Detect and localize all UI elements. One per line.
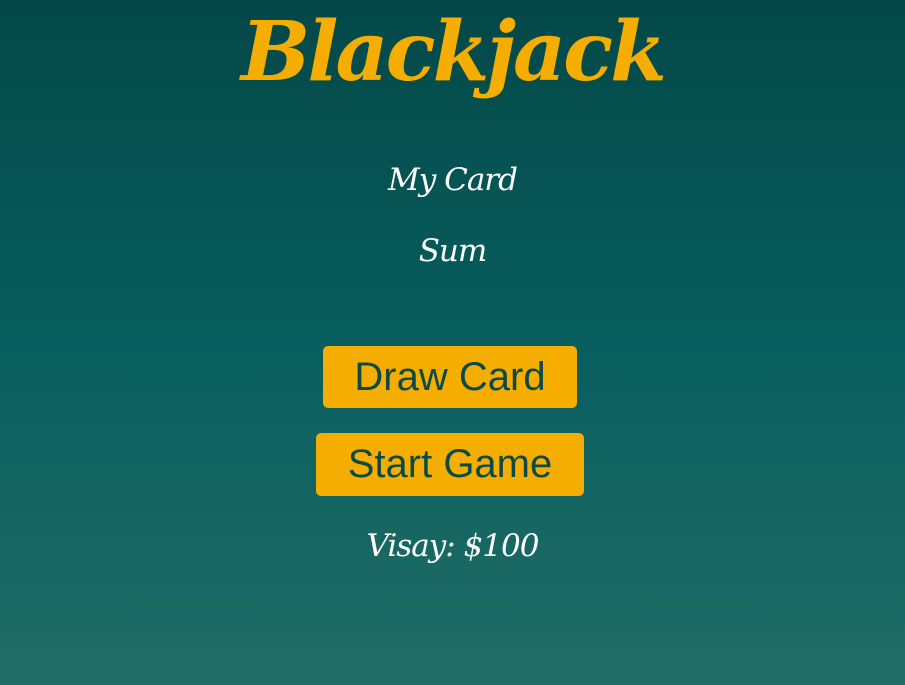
- game-page: { "header": { "title": "Blackjack" }, "g…: [0, 0, 905, 685]
- cards-label: My Card: [388, 162, 518, 198]
- page-title: Blackjack: [241, 4, 667, 100]
- start-game-button[interactable]: Start Game: [316, 433, 584, 496]
- sum-label: Sum: [418, 233, 488, 269]
- draw-card-button[interactable]: Draw Card: [323, 346, 577, 408]
- player-balance: Visay: $100: [366, 528, 540, 564]
